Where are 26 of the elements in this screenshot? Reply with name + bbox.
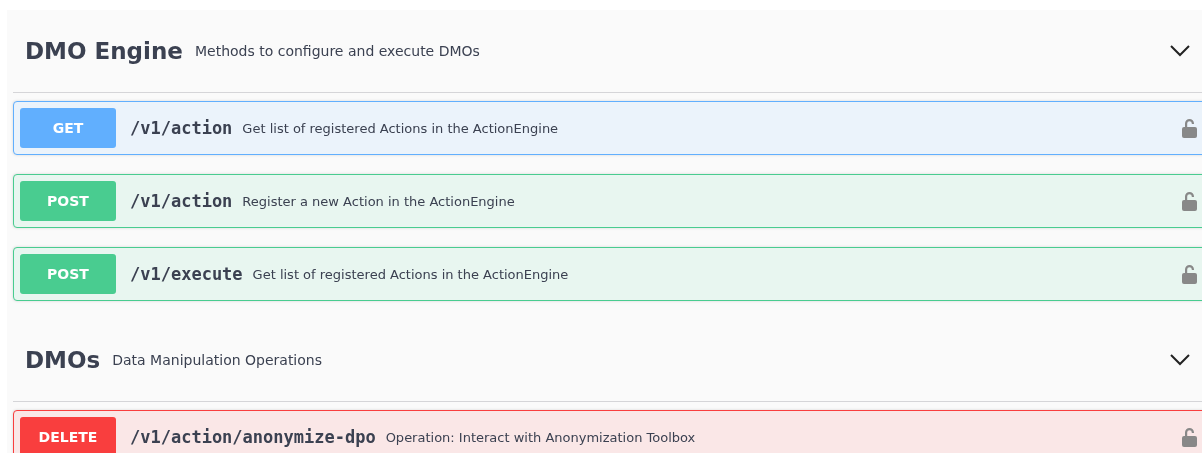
operation-row[interactable]: POST /v1/execute Get list of registered Actions in the ActionEngine bbox=[13, 247, 1202, 301]
method-badge: POST bbox=[20, 181, 116, 221]
method-badge: POST bbox=[20, 254, 116, 294]
padlock-icon[interactable] bbox=[1182, 264, 1197, 284]
operation-row[interactable]: DELETE /v1/action/anonymize-dpo Operation: Interact with Anonymization Toolbox bbox=[13, 410, 1202, 453]
chevron-icon[interactable] bbox=[1170, 354, 1190, 366]
chevron-icon[interactable] bbox=[1170, 45, 1190, 57]
operation-row[interactable]: GET /v1/action Get list of registered Actions in the ActionEngine bbox=[13, 101, 1202, 155]
padlock-icon[interactable] bbox=[1182, 191, 1197, 211]
endpoint-path: /v1/action/anonymize-dpo bbox=[130, 427, 376, 447]
endpoint-path: /v1/action bbox=[130, 191, 233, 211]
section-title: DMOs bbox=[25, 347, 101, 373]
operation-summary: Operation: Interact with Anonymization Toolbox bbox=[385, 429, 697, 445]
endpoint-path: /v1/execute bbox=[130, 264, 243, 284]
padlock-icon[interactable] bbox=[1182, 427, 1197, 447]
operation-summary: Get list of registered Actions in the ActionEngine bbox=[252, 266, 570, 282]
operation-row[interactable]: POST /v1/action Register a new Action in the ActionEngine bbox=[13, 174, 1202, 228]
section-title: DMO Engine bbox=[25, 38, 183, 64]
section-description: Data Manipulation Operations bbox=[112, 352, 323, 368]
operation-summary: Register a new Action in the ActionEngine bbox=[242, 193, 516, 209]
method-badge: DELETE bbox=[20, 417, 116, 453]
endpoint-path: /v1/action bbox=[130, 118, 233, 138]
operation-summary: Get list of registered Actions in the ActionEngine bbox=[242, 120, 560, 136]
section-description: Methods to configure and execute DMOs bbox=[194, 43, 481, 59]
method-badge: GET bbox=[20, 108, 116, 148]
padlock-icon[interactable] bbox=[1182, 118, 1197, 138]
